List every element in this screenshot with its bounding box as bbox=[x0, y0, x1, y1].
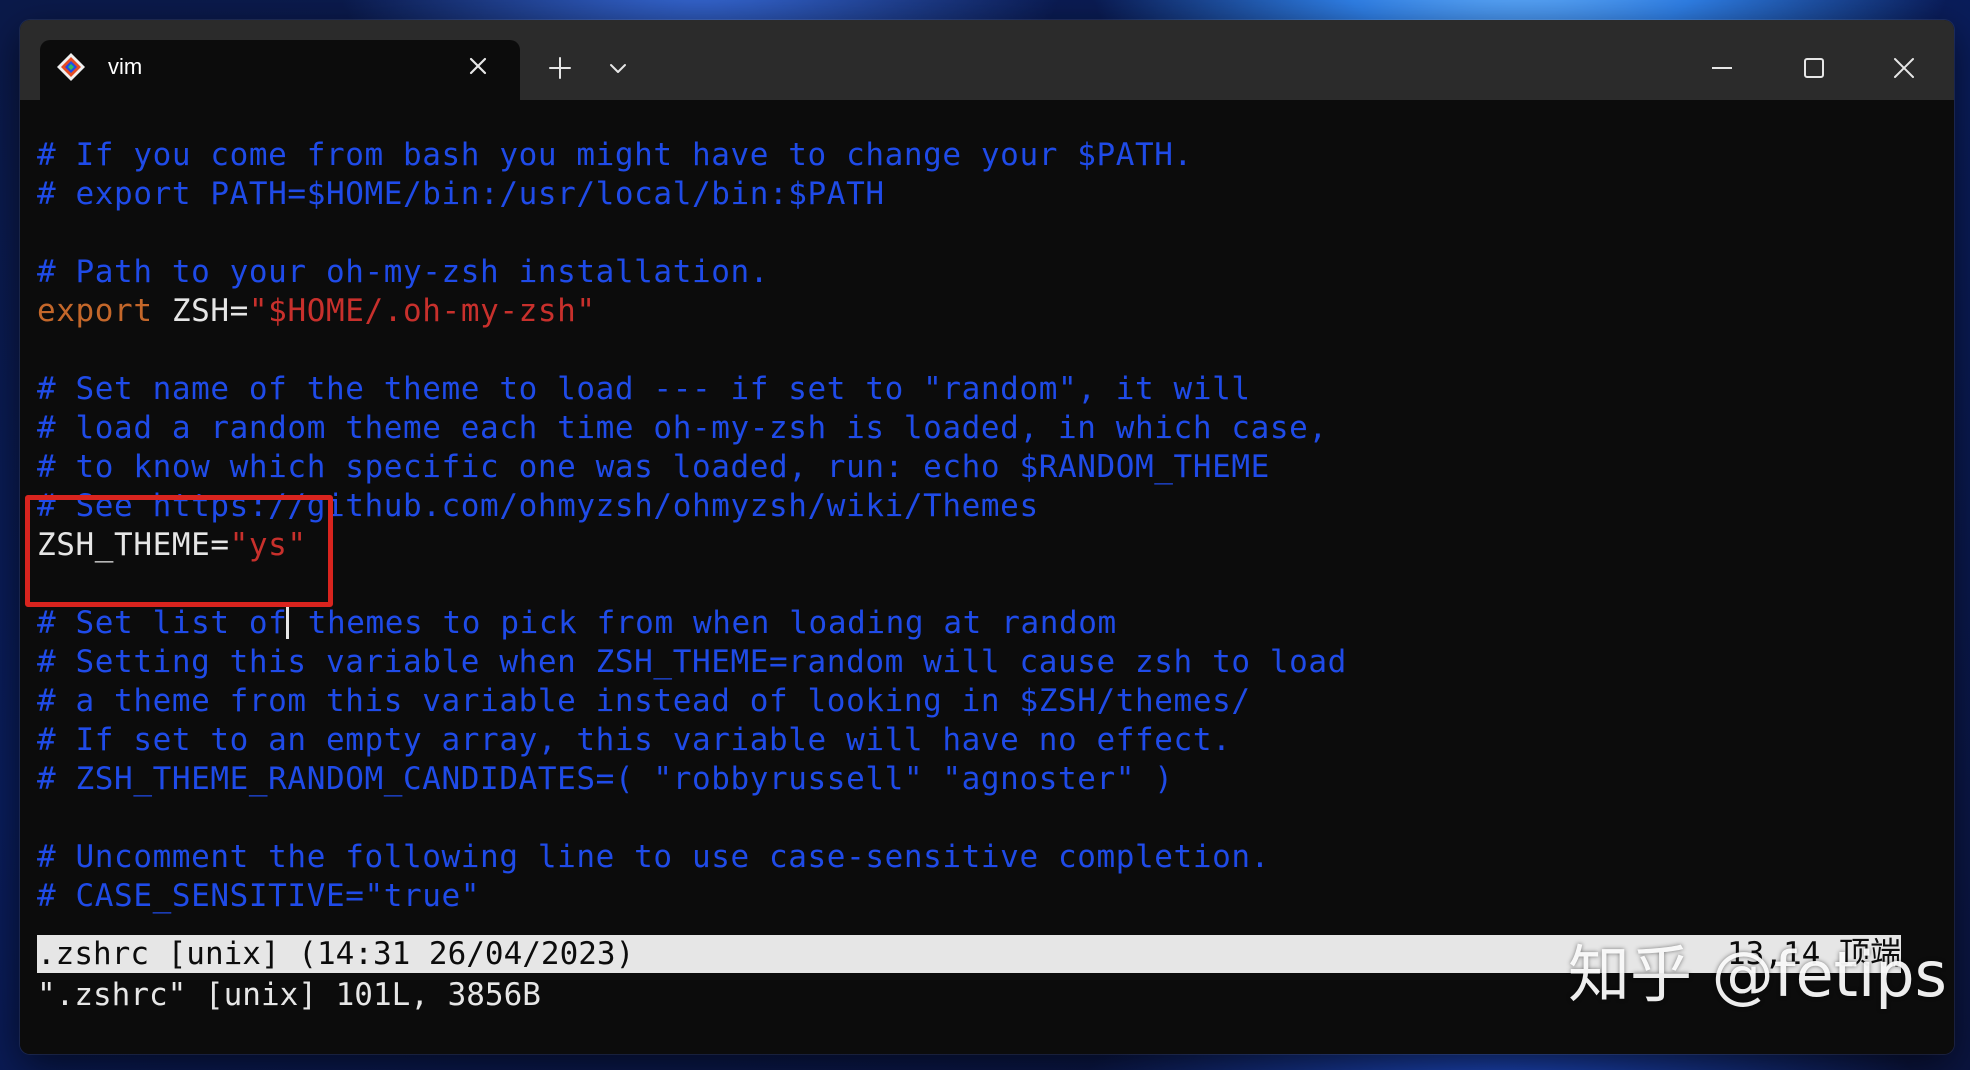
editor-token-string: "$HOME/.oh-my-zsh" bbox=[248, 293, 596, 329]
vim-cmdline[interactable]: ".zshrc" [unix] 101L, 3856B bbox=[37, 976, 541, 1014]
editor-line[interactable]: # ZSH_THEME_RANDOM_CANDIDATES=( "robbyru… bbox=[37, 760, 1347, 799]
editor-line[interactable]: # If set to an empty array, this variabl… bbox=[37, 721, 1347, 760]
tab-title: vim bbox=[108, 54, 143, 79]
editor-token-comment: # If you come from bash you might have t… bbox=[37, 137, 1193, 173]
editor-token-comment: # Set list of bbox=[37, 605, 288, 641]
highlight-annotation bbox=[25, 495, 333, 607]
editor-token-comment: # Uncomment the following line to use ca… bbox=[37, 839, 1270, 875]
editor-line[interactable]: export ZSH="$HOME/.oh-my-zsh" bbox=[37, 292, 1347, 331]
editor-token-comment: # to know which specific one was loaded,… bbox=[37, 449, 1270, 485]
editor-token-comment: # ZSH_THEME_RANDOM_CANDIDATES=( "robbyru… bbox=[37, 761, 1174, 797]
editor-line[interactable]: # CASE_SENSITIVE="true" bbox=[37, 877, 1347, 916]
editor-token-comment: # export PATH=$HOME/bin:/usr/local/bin:$… bbox=[37, 176, 885, 212]
close-icon[interactable] bbox=[464, 52, 492, 80]
editor-token-comment: # Path to your oh-my-zsh installation. bbox=[37, 254, 770, 290]
git-bash-icon bbox=[57, 53, 85, 81]
title-bar: vim bbox=[20, 20, 1954, 100]
statusline-file-info: .zshrc [unix] (14:31 26/04/2023) bbox=[37, 936, 635, 972]
editor-line[interactable] bbox=[37, 331, 1347, 370]
editor-token-comment: # load a random theme each time oh-my-zs… bbox=[37, 410, 1328, 446]
editor-line[interactable]: # Set name of the theme to load --- if s… bbox=[37, 370, 1347, 409]
editor-token-keyword: export bbox=[37, 293, 153, 329]
editor-token-comment: # Setting this variable when ZSH_THEME=r… bbox=[37, 644, 1347, 680]
editor-token-comment: themes to pick from when loading at rand… bbox=[288, 605, 1117, 641]
editor-line[interactable]: # Uncomment the following line to use ca… bbox=[37, 838, 1347, 877]
terminal-area[interactable]: # If you come from bash you might have t… bbox=[20, 100, 1954, 1054]
editor-token-comment: # CASE_SENSITIVE="true" bbox=[37, 878, 481, 914]
editor-line[interactable]: # Set list of themes to pick from when l… bbox=[37, 604, 1347, 643]
editor-token-comment: # a theme from this variable instead of … bbox=[37, 683, 1251, 719]
editor-line[interactable]: # Path to your oh-my-zsh installation. bbox=[37, 253, 1347, 292]
editor-line[interactable]: # If you come from bash you might have t… bbox=[37, 136, 1347, 175]
terminal-window: vim # If you come from bash you might ha… bbox=[20, 20, 1954, 1054]
maximize-icon[interactable] bbox=[1792, 46, 1836, 90]
editor-line[interactable]: # load a random theme each time oh-my-zs… bbox=[37, 409, 1347, 448]
editor-line[interactable] bbox=[37, 214, 1347, 253]
editor-line[interactable]: # export PATH=$HOME/bin:/usr/local/bin:$… bbox=[37, 175, 1347, 214]
watermark: 知乎 @fetips bbox=[1568, 938, 1947, 1011]
editor-line[interactable] bbox=[37, 799, 1347, 838]
editor-line[interactable]: # to know which specific one was loaded,… bbox=[37, 448, 1347, 487]
close-icon[interactable] bbox=[1882, 46, 1926, 90]
editor-line[interactable]: # a theme from this variable instead of … bbox=[37, 682, 1347, 721]
editor-line[interactable]: # Setting this variable when ZSH_THEME=r… bbox=[37, 643, 1347, 682]
editor-token-comment: # Set name of the theme to load --- if s… bbox=[37, 371, 1251, 407]
editor-token-comment: # If set to an empty array, this variabl… bbox=[37, 722, 1232, 758]
minimize-icon[interactable] bbox=[1700, 46, 1744, 90]
chevron-down-icon[interactable] bbox=[606, 56, 630, 80]
plus-icon[interactable] bbox=[546, 54, 574, 82]
editor-token-plain: ZSH= bbox=[152, 293, 249, 329]
